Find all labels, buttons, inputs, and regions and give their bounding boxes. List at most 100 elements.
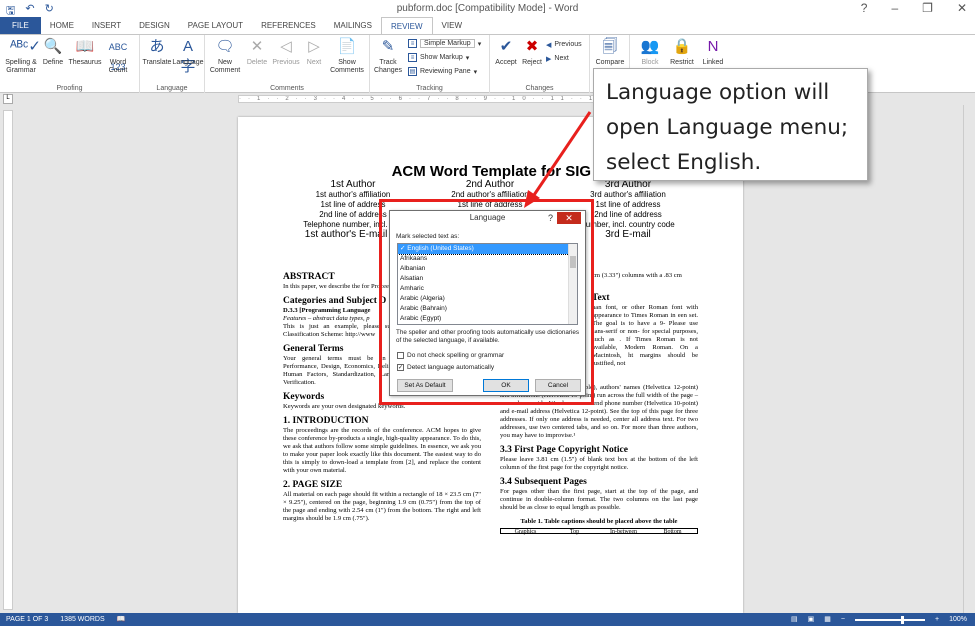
tracking-label: Tracking bbox=[416, 85, 443, 92]
zoom-slider-knob[interactable] bbox=[901, 615, 904, 624]
compare-button[interactable]: 🗐 Compare bbox=[593, 37, 627, 67]
comments-group: 🗨 New Comment ✕ Delete ◁ Previous ▷ Next 📄 Sh… bbox=[205, 35, 370, 93]
vertical-ruler[interactable] bbox=[3, 110, 13, 610]
tab-home[interactable]: HOME bbox=[41, 17, 83, 34]
word-count-icon: ABC 123 bbox=[108, 42, 128, 72]
chevron-down-icon: ▾ bbox=[473, 68, 478, 76]
web-layout-icon[interactable]: ▦ bbox=[824, 613, 831, 626]
next-change-icon: ▶ bbox=[546, 55, 552, 63]
restore-icon[interactable]: ❐ bbox=[922, 1, 933, 15]
tab-page-layout[interactable]: PAGE LAYOUT bbox=[179, 17, 252, 34]
changes-label: Changes bbox=[525, 85, 554, 92]
show-comments-icon: 📄 bbox=[337, 38, 357, 55]
track-changes-icon: ✎ bbox=[381, 38, 395, 55]
linked-notes-button[interactable]: N Linked bbox=[698, 37, 728, 67]
comments-label: Comments bbox=[270, 85, 304, 92]
restrict-editing-button[interactable]: 🔒 Restrict bbox=[666, 37, 698, 67]
vertical-scrollbar[interactable] bbox=[963, 105, 975, 613]
onenote-icon: N bbox=[707, 38, 719, 55]
track-changes-button[interactable]: ✎ Track Changes bbox=[372, 37, 404, 75]
proofing-status-icon[interactable]: 📖 bbox=[117, 613, 126, 626]
tab-review[interactable]: REVIEW bbox=[380, 17, 433, 34]
translate-icon: あ bbox=[149, 38, 165, 55]
introduction-text: The proceedings are the records of the c… bbox=[283, 427, 481, 474]
word-count-button[interactable]: ABC 123 Word Count bbox=[104, 37, 132, 75]
word-count[interactable]: 1385 WORDS bbox=[60, 613, 104, 626]
block-authors-button[interactable]: 👥 Block bbox=[634, 37, 666, 67]
define-button[interactable]: 🔍 Define bbox=[40, 37, 66, 67]
word-window: 🖫 ↶ ↻ pubform.doc [Compatibility Mode] -… bbox=[0, 0, 975, 626]
help-icon[interactable]: ? bbox=[861, 1, 868, 15]
show-comments-button[interactable]: 📄 Show Comments bbox=[327, 37, 367, 75]
language-group: あ Translate A字 Language Language bbox=[140, 35, 205, 93]
reject-button[interactable]: ✖ Reject bbox=[520, 37, 544, 67]
zoom-in-icon[interactable]: + bbox=[935, 613, 939, 626]
chevron-down-icon: ▾ bbox=[465, 54, 470, 62]
previous-comment-button[interactable]: ◁ Previous bbox=[271, 37, 301, 67]
proofing-group: ᴬᴮᶜ✓ Spelling & Grammar 🔍 Define 📖 Thesauru… bbox=[0, 35, 140, 93]
minimize-icon[interactable]: – bbox=[891, 1, 898, 15]
accept-icon: ✔ bbox=[499, 38, 513, 55]
table-caption: Table 1. Table captions should be placed… bbox=[520, 518, 678, 525]
table-header-cell: In-between bbox=[610, 529, 637, 535]
restrict-editing-icon: 🔒 bbox=[672, 38, 692, 55]
block-authors-icon: 👥 bbox=[640, 38, 660, 55]
copyright-text: Please leave 3.81 cm (1.5") of blank tex… bbox=[500, 456, 698, 471]
zoom-slider[interactable] bbox=[855, 615, 925, 624]
show-markup-icon: ≡ bbox=[408, 53, 417, 62]
close-icon[interactable]: ✕ bbox=[957, 1, 967, 15]
tab-view[interactable]: VIEW bbox=[433, 17, 471, 34]
tab-references[interactable]: REFERENCES bbox=[252, 17, 325, 34]
table-header-row: Graphics Top In-between Bottom bbox=[500, 528, 698, 535]
previous-comment-icon: ◁ bbox=[280, 38, 292, 55]
spelling-icon: ᴬᴮᶜ✓ bbox=[10, 38, 41, 55]
tab-selector[interactable]: L bbox=[3, 94, 13, 104]
new-comment-button[interactable]: 🗨 New Comment bbox=[207, 37, 243, 75]
page-size-heading: 2. PAGE SIZE bbox=[283, 480, 343, 490]
page-count[interactable]: PAGE 1 OF 3 bbox=[6, 613, 48, 626]
reviewing-pane-dropdown[interactable]: ▤ Reviewing Pane ▾ bbox=[408, 66, 477, 77]
next-comment-button[interactable]: ▷ Next bbox=[303, 37, 325, 67]
accept-button[interactable]: ✔ Accept bbox=[492, 37, 520, 67]
chevron-down-icon: ▾ bbox=[477, 40, 482, 48]
window-controls: ? – ❐ ✕ bbox=[861, 1, 967, 15]
title-bar: 🖫 ↶ ↻ pubform.doc [Compatibility Mode] -… bbox=[0, 0, 975, 17]
previous-change-icon: ◀ bbox=[546, 41, 552, 49]
ribbon-tabs: FILE HOME INSERT DESIGN PAGE LAYOUT REFE… bbox=[0, 17, 975, 34]
print-layout-icon[interactable]: ▣ bbox=[808, 613, 815, 626]
tab-design[interactable]: DESIGN bbox=[130, 17, 179, 34]
tab-file[interactable]: FILE bbox=[0, 17, 41, 34]
thesaurus-button[interactable]: 📖 Thesaurus bbox=[68, 37, 102, 67]
markup-dropdown[interactable]: ≡ Simple Markup ▾ bbox=[408, 38, 481, 49]
language-icon: A字 bbox=[180, 38, 196, 75]
tab-mailings[interactable]: MAILINGS bbox=[325, 17, 381, 34]
introduction-heading: 1. INTRODUCTION bbox=[283, 416, 369, 426]
window-title: pubform.doc [Compatibility Mode] - Word bbox=[396, 3, 579, 14]
reject-icon: ✖ bbox=[525, 38, 539, 55]
tab-insert[interactable]: INSERT bbox=[83, 17, 130, 34]
zoom-level[interactable]: 100% bbox=[949, 613, 967, 626]
subsequent-pages-text: For pages other than the first page, sta… bbox=[500, 488, 698, 511]
next-change-button[interactable]: ▶ Next bbox=[546, 53, 569, 64]
page-size-text: All material on each page should fit wit… bbox=[283, 491, 481, 522]
proofing-label: Proofing bbox=[56, 85, 83, 92]
delete-comment-button[interactable]: ✕ Delete bbox=[244, 37, 270, 67]
read-mode-icon[interactable]: ▤ bbox=[791, 613, 798, 626]
subsequent-pages-heading: 3.4 Subsequent Pages bbox=[500, 477, 587, 487]
show-markup-dropdown[interactable]: ≡ Show Markup ▾ bbox=[408, 52, 469, 63]
table-header-cell: Top bbox=[569, 529, 580, 535]
previous-change-button[interactable]: ◀ Previous bbox=[546, 39, 582, 50]
instruction-callout: Language option will open Language menu;… bbox=[593, 68, 868, 181]
translate-button[interactable]: あ Translate bbox=[142, 37, 172, 67]
zoom-out-icon[interactable]: − bbox=[841, 613, 845, 626]
red-arrow bbox=[524, 111, 592, 208]
spelling-grammar-button[interactable]: ᴬᴮᶜ✓ Spelling & Grammar bbox=[3, 37, 41, 75]
changes-group: ✔ Accept ✖ Reject ◀ Previous ▶ Next Changes bbox=[490, 35, 590, 93]
table-header-cell: Bottom bbox=[663, 529, 682, 535]
tracking-group: ✎ Track Changes ≡ Simple Markup ▾ ≡ Show Mar… bbox=[370, 35, 490, 93]
copyright-heading: 3.3 First Page Copyright Notice bbox=[500, 445, 628, 455]
table-header-cell: Graphics bbox=[514, 529, 537, 535]
markup-icon: ≡ bbox=[408, 39, 417, 48]
define-icon: 🔍 bbox=[43, 38, 63, 55]
language-button[interactable]: A字 Language bbox=[172, 37, 204, 75]
